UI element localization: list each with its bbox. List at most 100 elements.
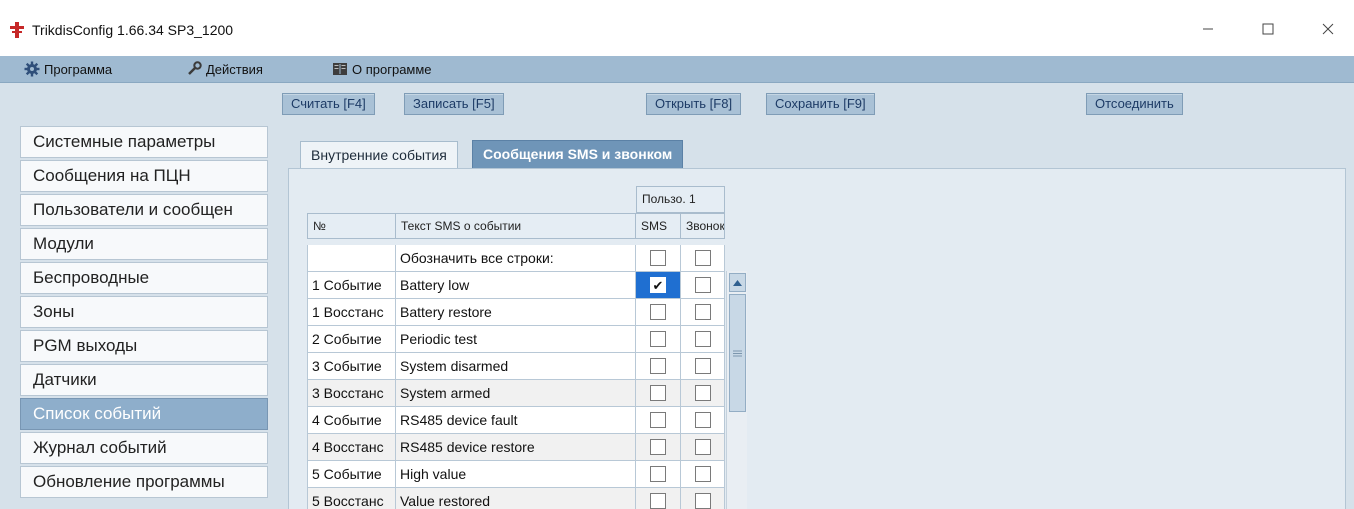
menu-about[interactable]: О программе bbox=[332, 61, 432, 77]
call-checkbox[interactable] bbox=[694, 439, 711, 455]
column-header-sms[interactable]: SMS bbox=[636, 213, 681, 239]
column-header-call[interactable]: Звонок bbox=[681, 213, 725, 239]
sidebar-item-users-and-messages[interactable]: Пользователи и сообщен bbox=[20, 194, 268, 226]
sms-checkbox[interactable] bbox=[650, 412, 666, 428]
sms-cell[interactable] bbox=[636, 461, 681, 488]
sms-checkbox[interactable]: ✔ bbox=[650, 277, 666, 293]
sms-cell[interactable] bbox=[636, 407, 681, 434]
sidebar-item-messages-to-cms[interactable]: Сообщения на ПЦН bbox=[20, 160, 268, 192]
sms-checkbox[interactable] bbox=[650, 439, 666, 455]
event-number: 4 Восстанс bbox=[307, 434, 396, 461]
mark-all-sms-cell[interactable] bbox=[636, 245, 681, 272]
sidebar-item-system-parameters[interactable]: Системные параметры bbox=[20, 126, 268, 158]
scroll-thumb[interactable] bbox=[729, 294, 746, 412]
sidebar-item-event-list[interactable]: Список событий bbox=[20, 398, 268, 430]
table-row[interactable]: 3 Событие System disarmed bbox=[307, 353, 725, 380]
sms-checkbox[interactable] bbox=[650, 385, 666, 401]
sms-cell[interactable] bbox=[636, 434, 681, 461]
call-checkbox[interactable] bbox=[694, 304, 711, 320]
menu-program-label: Программа bbox=[44, 61, 113, 77]
sidebar-item-sensors[interactable]: Датчики bbox=[20, 364, 268, 396]
call-checkbox[interactable] bbox=[694, 412, 711, 428]
table-row[interactable]: 3 Восстанс System armed bbox=[307, 380, 725, 407]
call-checkbox[interactable] bbox=[694, 358, 711, 374]
table-row[interactable]: 1 Восстанс Battery restore bbox=[307, 299, 725, 326]
write-button[interactable]: Записать [F5] bbox=[404, 93, 504, 115]
call-checkbox[interactable] bbox=[694, 331, 711, 347]
call-cell[interactable] bbox=[681, 380, 725, 407]
sms-cell[interactable]: ✔ bbox=[636, 272, 681, 299]
sms-cell[interactable] bbox=[636, 326, 681, 353]
user-group-header: Пользо. 1 bbox=[636, 186, 725, 213]
event-sms-text[interactable]: System armed bbox=[396, 380, 636, 407]
sms-cell[interactable] bbox=[636, 488, 681, 509]
sidebar-item-pgm-outputs[interactable]: PGM выходы bbox=[20, 330, 268, 362]
mark-all-sms-checkbox[interactable] bbox=[650, 250, 666, 266]
call-checkbox[interactable] bbox=[694, 493, 711, 509]
sidebar-item-modules[interactable]: Модули bbox=[20, 228, 268, 260]
sms-checkbox[interactable] bbox=[650, 331, 666, 347]
table-row[interactable]: 4 Восстанс RS485 device restore bbox=[307, 434, 725, 461]
table-row[interactable]: 4 Событие RS485 device fault bbox=[307, 407, 725, 434]
sms-cell[interactable] bbox=[636, 299, 681, 326]
sms-checkbox[interactable] bbox=[650, 466, 666, 482]
call-cell[interactable] bbox=[681, 461, 725, 488]
sidebar-item-firmware-update[interactable]: Обновление программы bbox=[20, 466, 268, 498]
vertical-scrollbar[interactable] bbox=[726, 271, 747, 509]
minimize-button[interactable] bbox=[1186, 14, 1230, 44]
title-bar: TrikdisConfig 1.66.34 SP3_1200 bbox=[0, 0, 1354, 56]
call-cell[interactable] bbox=[681, 272, 725, 299]
event-sms-text[interactable]: Battery restore bbox=[396, 299, 636, 326]
sidebar-item-event-log[interactable]: Журнал событий bbox=[20, 432, 268, 464]
sidebar-item-wireless[interactable]: Беспроводные bbox=[20, 262, 268, 294]
call-checkbox[interactable] bbox=[694, 466, 711, 482]
scroll-up-button[interactable] bbox=[729, 273, 746, 292]
disconnect-button[interactable]: Отсоединить bbox=[1086, 93, 1183, 115]
call-cell[interactable] bbox=[681, 407, 725, 434]
menu-actions-label: Действия bbox=[206, 61, 263, 77]
sms-checkbox[interactable] bbox=[650, 493, 666, 509]
event-number: 3 Событие bbox=[307, 353, 396, 380]
event-sms-text[interactable]: System disarmed bbox=[396, 353, 636, 380]
table-row[interactable]: 5 Восстанс Value restored bbox=[307, 488, 725, 509]
call-cell[interactable] bbox=[681, 488, 725, 509]
menu-actions[interactable]: Действия bbox=[186, 61, 263, 77]
mark-all-call-checkbox[interactable] bbox=[694, 250, 711, 266]
call-cell[interactable] bbox=[681, 326, 725, 353]
read-button[interactable]: Считать [F4] bbox=[282, 93, 375, 115]
sms-checkbox[interactable] bbox=[650, 304, 666, 320]
call-cell[interactable] bbox=[681, 299, 725, 326]
open-button[interactable]: Открыть [F8] bbox=[646, 93, 742, 115]
call-checkbox[interactable] bbox=[694, 385, 711, 401]
event-sms-text[interactable]: RS485 device fault bbox=[396, 407, 636, 434]
menu-about-label: О программе bbox=[352, 61, 432, 77]
table-row[interactable]: 5 Событие High value bbox=[307, 461, 725, 488]
window-title: TrikdisConfig 1.66.34 SP3_1200 bbox=[32, 22, 234, 38]
table-row[interactable]: 2 Событие Periodic test bbox=[307, 326, 725, 353]
menu-program[interactable]: Программа bbox=[24, 61, 112, 77]
call-checkbox[interactable] bbox=[694, 277, 711, 293]
tab-internal-events[interactable]: Внутренние события bbox=[300, 141, 458, 168]
table-row[interactable]: 1 Событие Battery low ✔ bbox=[307, 272, 725, 299]
event-sms-text[interactable]: RS485 device restore bbox=[396, 434, 636, 461]
mark-all-label: Обозначить все строки: bbox=[396, 245, 636, 272]
column-header-number[interactable]: № bbox=[307, 213, 396, 239]
event-sms-text[interactable]: Periodic test bbox=[396, 326, 636, 353]
save-button[interactable]: Сохранить [F9] bbox=[766, 93, 875, 115]
tab-sms-calls[interactable]: Сообщения SMS и звонком bbox=[472, 140, 684, 168]
column-header-text[interactable]: Текст SMS о событии bbox=[396, 213, 636, 239]
sms-checkbox[interactable] bbox=[650, 358, 666, 374]
call-cell[interactable] bbox=[681, 434, 725, 461]
event-sms-text[interactable]: Battery low bbox=[396, 272, 636, 299]
event-sms-text[interactable]: High value bbox=[396, 461, 636, 488]
maximize-button[interactable] bbox=[1246, 14, 1290, 44]
mark-all-call-cell[interactable] bbox=[681, 245, 725, 272]
sms-cell[interactable] bbox=[636, 353, 681, 380]
call-cell[interactable] bbox=[681, 353, 725, 380]
sidebar-item-zones[interactable]: Зоны bbox=[20, 296, 268, 328]
event-sms-text[interactable]: Value restored bbox=[396, 488, 636, 509]
wrench-icon bbox=[188, 61, 202, 75]
event-number: 4 Событие bbox=[307, 407, 396, 434]
sms-cell[interactable] bbox=[636, 380, 681, 407]
close-button[interactable] bbox=[1306, 14, 1350, 44]
